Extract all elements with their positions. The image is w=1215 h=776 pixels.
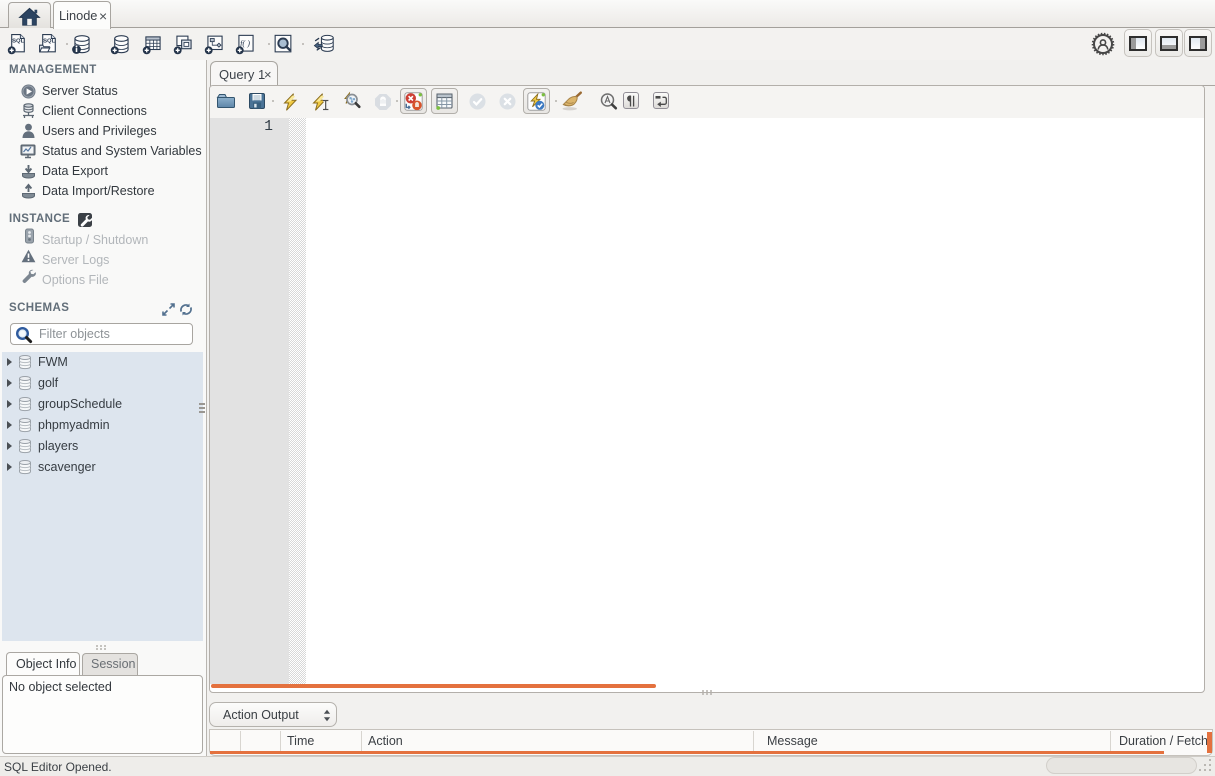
svg-text:SQL: SQL (12, 38, 24, 44)
svg-text:f( ): f( ) (240, 39, 250, 48)
svg-text:SQL: SQL (43, 38, 55, 44)
